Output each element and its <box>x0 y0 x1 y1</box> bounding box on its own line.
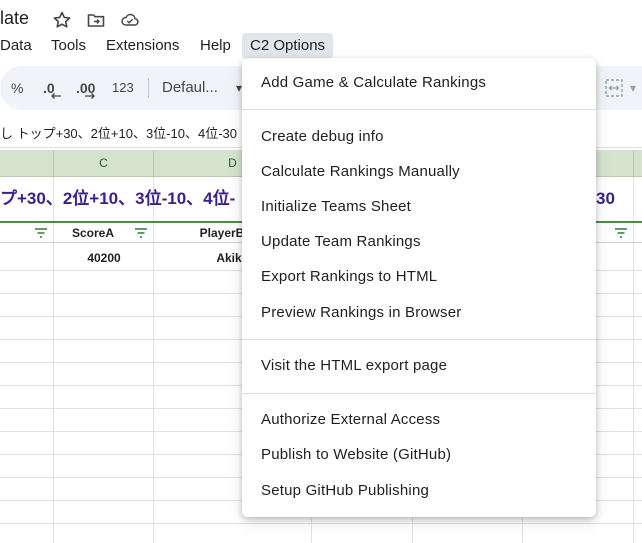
document-title[interactable]: late <box>0 8 29 29</box>
banner-text-right: 30 <box>596 189 615 208</box>
cloud-saved-icon[interactable] <box>120 10 140 30</box>
banner-text: プ+30、2位+10、3位-10、4位- <box>0 189 236 208</box>
formula-text: し トップ+30、2位+10、3位-10、4位-30 <box>0 126 237 141</box>
menu-preview-rankings-browser[interactable]: Preview Rankings in Browser <box>242 297 596 329</box>
filter-icon[interactable] <box>34 227 48 239</box>
menu-initialize-teams-sheet[interactable]: Initialize Teams Sheet <box>242 191 596 223</box>
star-icon[interactable] <box>52 10 72 30</box>
menu-update-team-rankings[interactable]: Update Team Rankings <box>242 226 596 258</box>
menu-tools[interactable]: Tools <box>43 33 94 59</box>
header-score-a: ScoreA <box>71 226 115 240</box>
menu-help[interactable]: Help <box>192 33 239 59</box>
menu-export-rankings-html[interactable]: Export Rankings to HTML <box>242 261 596 293</box>
column-header-last[interactable] <box>596 150 634 177</box>
merge-cells-icon[interactable] <box>604 78 624 103</box>
menu-separator <box>242 339 596 340</box>
toolbar-separator <box>148 78 149 98</box>
menu-publish-website-github[interactable]: Publish to Website (GitHub) <box>242 439 596 471</box>
decrease-decimal-button[interactable]: .0 <box>43 66 55 110</box>
merge-chevron-down-icon[interactable]: ▾ <box>630 81 636 95</box>
column-header-b[interactable] <box>0 150 54 177</box>
move-to-folder-icon[interactable] <box>86 10 106 30</box>
filter-icon[interactable] <box>134 227 148 239</box>
menu-c2-options[interactable]: C2 Options <box>242 33 334 59</box>
title-row: late <box>0 0 642 36</box>
menu-create-debug-info[interactable]: Create debug info <box>242 121 596 153</box>
menu-authorize-external-access[interactable]: Authorize External Access <box>242 404 596 436</box>
increase-decimal-button[interactable]: .00 <box>76 66 95 110</box>
menu-separator <box>242 393 596 394</box>
row-line <box>0 523 642 524</box>
menu-visit-html-export-page[interactable]: Visit the HTML export page <box>242 350 596 382</box>
font-family-select[interactable]: Defaul... <box>162 66 218 110</box>
format-percent-button[interactable]: % <box>11 66 23 110</box>
arrow-left-icon <box>51 93 61 99</box>
menu-setup-github-publishing[interactable]: Setup GitHub Publishing <box>242 475 596 507</box>
column-header-c[interactable]: C <box>54 150 154 177</box>
menu-data[interactable]: Data <box>0 33 40 59</box>
menu-extensions[interactable]: Extensions <box>98 33 187 59</box>
filter-icon[interactable] <box>614 227 628 239</box>
arrow-right-icon <box>85 93 95 99</box>
menu-calculate-rankings-manually[interactable]: Calculate Rankings Manually <box>242 156 596 188</box>
c2-options-dropdown: Add Game & Calculate Rankings Create deb… <box>242 58 596 517</box>
number-format-button[interactable]: 123 <box>112 66 134 110</box>
menu-add-game-calculate-rankings[interactable]: Add Game & Calculate Rankings <box>242 67 596 99</box>
menu-separator <box>242 109 596 110</box>
cell-score-a[interactable]: 40200 <box>54 246 154 270</box>
